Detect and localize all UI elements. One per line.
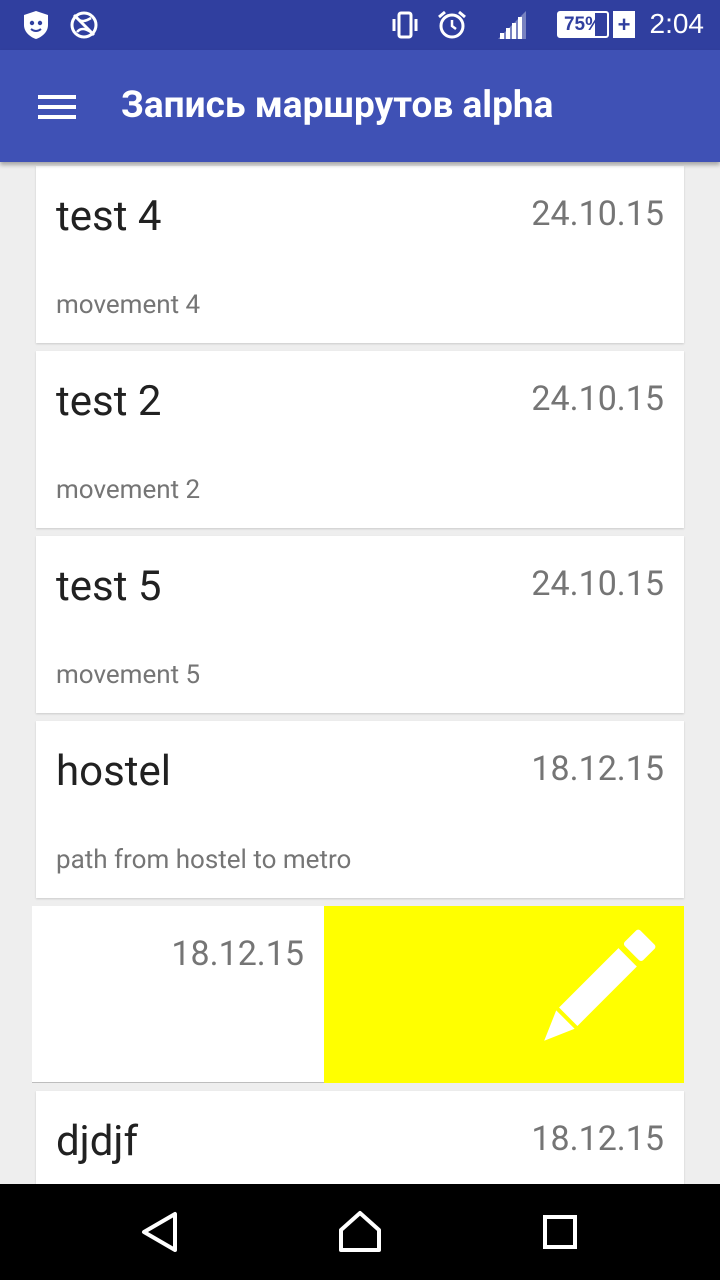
- vibrate-icon: [392, 11, 418, 39]
- route-description: movement 5: [56, 660, 201, 690]
- battery-icon: 75%: [557, 11, 609, 38]
- route-card[interactable]: test 4 24.10.15 movement 4: [36, 166, 684, 343]
- swiped-route-card[interactable]: 18.12.15: [32, 906, 324, 1083]
- route-title: hostel: [56, 747, 171, 796]
- back-icon[interactable]: [130, 1202, 190, 1262]
- hamburger-menu-icon[interactable]: [22, 74, 90, 138]
- route-date: 24.10.15: [531, 194, 664, 234]
- app-bar: Запись маршрутов alpha: [0, 50, 720, 162]
- route-title: djdjf: [56, 1117, 139, 1166]
- swiped-route-row[interactable]: 18.12.15: [32, 906, 684, 1083]
- route-date: 18.12.15: [531, 1119, 664, 1159]
- no-sync-icon: [70, 11, 98, 39]
- status-time: 2:04: [649, 8, 705, 39]
- battery-percent: 75%: [563, 13, 603, 35]
- recents-icon[interactable]: [530, 1202, 590, 1262]
- pencil-edit-icon[interactable]: [522, 921, 664, 1063]
- route-date: 24.10.15: [531, 564, 664, 604]
- route-date: 24.10.15: [531, 379, 664, 419]
- alarm-icon: [438, 10, 466, 39]
- charging-icon: +: [613, 11, 635, 38]
- route-title: test 5: [56, 562, 162, 611]
- route-card[interactable]: test 2 24.10.15 movement 2: [36, 351, 684, 528]
- signal-icon: [498, 11, 526, 39]
- home-icon[interactable]: [330, 1202, 390, 1262]
- route-card[interactable]: test 5 24.10.15 movement 5: [36, 536, 684, 713]
- navigation-bar: [0, 1184, 720, 1280]
- shield-app-icon: [24, 11, 48, 39]
- route-description: path from hostel to metro: [56, 845, 352, 875]
- status-bar: 75% + 2:04: [0, 0, 720, 50]
- route-title: test 4: [56, 192, 162, 241]
- route-card[interactable]: djdjf 18.12.15: [36, 1091, 684, 1184]
- route-date: 18.12.15: [171, 934, 304, 974]
- route-date: 18.12.15: [531, 749, 664, 789]
- edit-action[interactable]: [324, 906, 684, 1083]
- route-list[interactable]: test 4 24.10.15 movement 4 test 2 24.10.…: [0, 162, 720, 1184]
- app-title: Запись маршрутов alpha: [121, 84, 554, 127]
- route-description: movement 4: [56, 290, 201, 320]
- route-description: movement 2: [56, 475, 201, 505]
- route-card[interactable]: hostel 18.12.15 path from hostel to metr…: [36, 721, 684, 898]
- route-title: test 2: [56, 377, 162, 426]
